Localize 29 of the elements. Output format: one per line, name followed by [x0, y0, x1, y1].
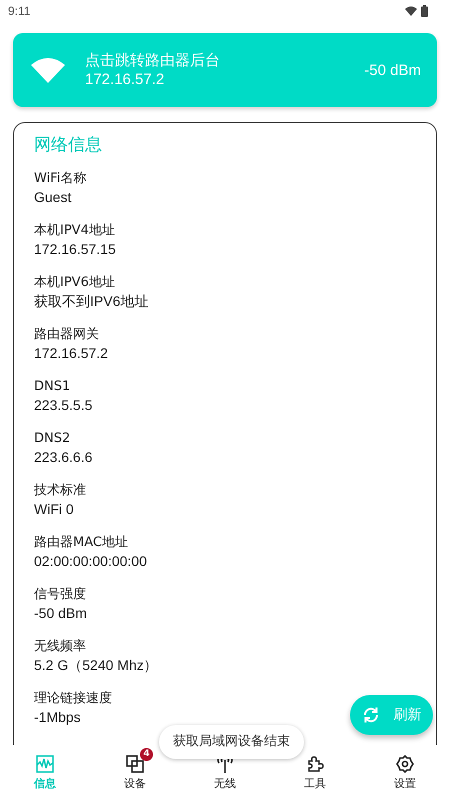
- info-label: 技术标准: [34, 482, 86, 500]
- info-value: WiFi 0: [34, 500, 74, 518]
- info-label: 理论链接速度: [34, 690, 112, 708]
- info-label: 本机IPV6地址: [34, 274, 115, 292]
- info-value: 223.5.5.5: [34, 396, 92, 414]
- info-value: Guest: [34, 188, 72, 206]
- info-value: 获取不到IPV6地址: [34, 292, 148, 310]
- info-value: -50 dBm: [34, 604, 87, 622]
- info-label: DNS2: [34, 430, 70, 448]
- info-label: 路由器网关: [34, 326, 99, 344]
- info-value: 223.6.6.6: [34, 448, 92, 466]
- info-value: 172.16.57.2: [34, 344, 108, 362]
- info-label: 本机IPV4地址: [34, 222, 115, 240]
- info-label: WiFi名称: [34, 170, 86, 188]
- status-toast: 获取局域网设备结束: [159, 725, 304, 759]
- count-badge: 4: [140, 748, 153, 760]
- info-value: -1Mbps: [34, 708, 81, 726]
- signal-strength: -50 dBm: [364, 62, 421, 78]
- info-value: 5.2 G（5240 Mhz）: [34, 656, 158, 674]
- card-title: 网络信息: [34, 134, 103, 156]
- banner-ip: 172.16.57.2: [85, 70, 166, 90]
- info-label: DNS1: [34, 378, 70, 396]
- info-value: 02:00:00:00:00:00: [34, 552, 147, 570]
- info-label: 信号强度: [34, 586, 86, 604]
- info-label: 路由器MAC地址: [34, 534, 128, 552]
- info-value: 172.16.57.15: [34, 240, 116, 258]
- info-label: 无线频率: [34, 638, 86, 656]
- banner-title: 点击跳转路由器后台: [85, 50, 221, 70]
- clock-time: 9:11: [8, 4, 30, 18]
